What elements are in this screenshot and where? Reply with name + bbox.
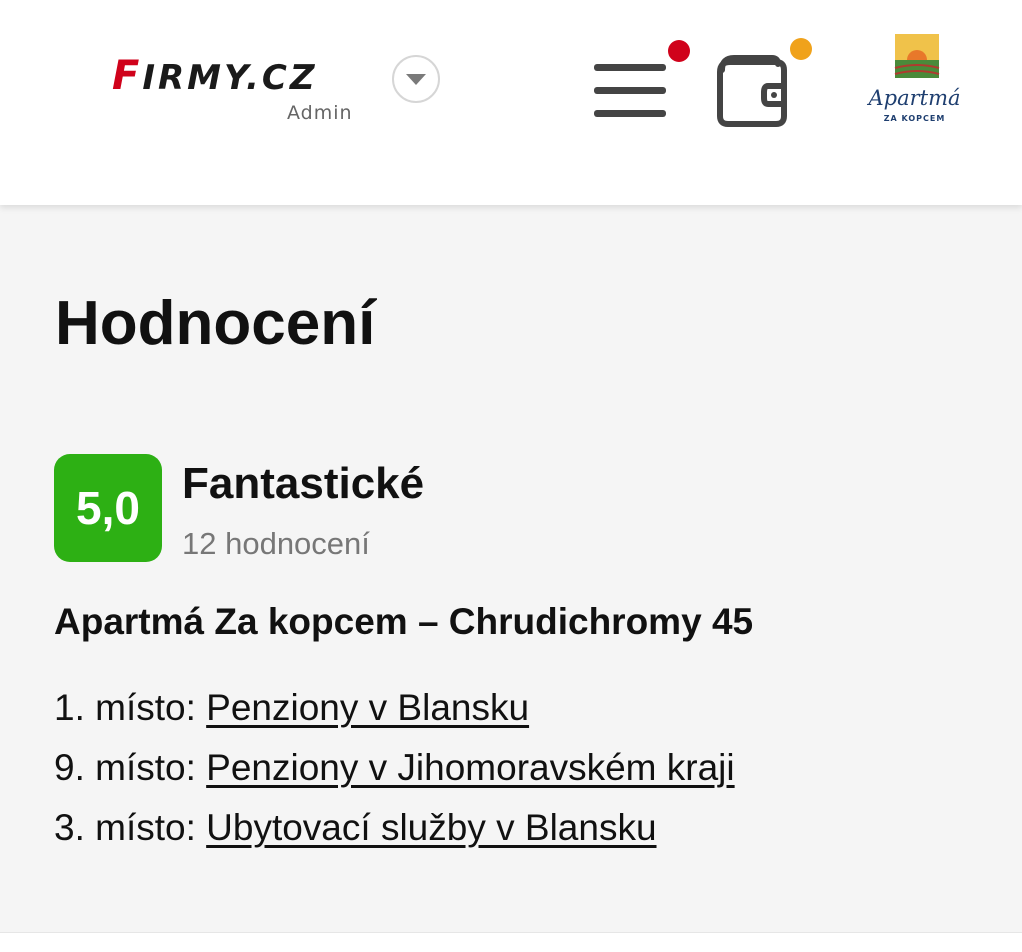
ranking-item: 9. místo: Penziony v Jihomoravském kraji xyxy=(54,738,735,798)
sunrise-logo-icon xyxy=(894,34,940,78)
menu-button[interactable] xyxy=(590,40,695,130)
company-name: Apartmá Za kopcem – Chrudichromy 45 xyxy=(54,601,754,642)
page-title: Hodnocení xyxy=(55,289,376,358)
ranking-category-link[interactable]: Ubytovací služby v Blansku xyxy=(206,807,656,848)
wallet-notification-dot xyxy=(790,38,812,60)
ranking-item: 1. místo: Penziony v Blansku xyxy=(54,678,735,738)
wallet-button[interactable] xyxy=(708,30,823,130)
rating-score-badge: 5,0 xyxy=(54,454,162,562)
company-logo-text: Apartmá xyxy=(868,86,961,110)
ranking-position: 1. místo: xyxy=(54,687,207,728)
logo-subtitle: Admin xyxy=(287,102,353,124)
menu-notification-dot xyxy=(668,40,690,62)
ranking-list: 1. místo: Penziony v Blansku 9. místo: P… xyxy=(54,678,735,858)
ranking-category-link[interactable]: Penziony v Blansku xyxy=(206,687,529,728)
rating-label: Fantastické xyxy=(182,459,425,508)
ranking-item: 3. místo: Ubytovací služby v Blansku xyxy=(54,798,735,858)
rating-count: 12 hodnocení xyxy=(182,526,370,561)
ranking-category-link[interactable]: Penziony v Jihomoravském kraji xyxy=(206,747,734,788)
logo-text: FIRMY.CZ xyxy=(112,53,318,99)
bottom-divider xyxy=(0,932,1022,952)
chevron-down-icon xyxy=(406,74,426,85)
firmy-cz-logo[interactable]: FIRMY.CZ Admin xyxy=(112,50,357,130)
ranking-position: 3. místo: xyxy=(54,807,207,848)
company-logo-avatar[interactable]: Apartmá ZA KOPCEM xyxy=(852,30,977,140)
account-switch-button[interactable] xyxy=(392,55,440,103)
company-logo-subtext: ZA KOPCEM xyxy=(883,114,946,123)
top-header: FIRMY.CZ Admin Apartmá ZA KOPCEM xyxy=(0,0,1022,205)
ranking-position: 9. místo: xyxy=(54,747,207,788)
